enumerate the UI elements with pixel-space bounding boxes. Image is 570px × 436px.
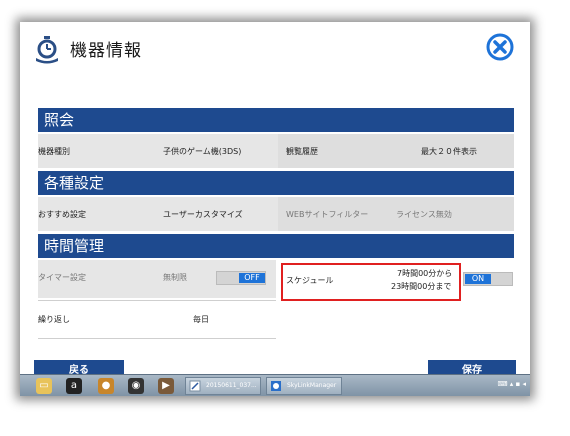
divider (38, 338, 276, 339)
taskbar-task-skylink-label: SkyLinkManager (287, 382, 337, 389)
schedule-from[interactable]: 7時間00分から (397, 268, 452, 279)
recommended-label: おすすめ設定 (38, 210, 86, 219)
window-title: 機器情報 (70, 41, 142, 61)
schedule-toggle-state: ON (465, 274, 491, 284)
skylink-icon (271, 381, 281, 391)
system-tray[interactable]: ⌨ ▴ ▪ ◂ (497, 380, 526, 388)
taskbar-task-file[interactable]: 20150611_037... (185, 377, 261, 395)
device-type-label: 機器種別 (38, 147, 70, 156)
section-header-inquiry: 照会 (38, 108, 514, 132)
history-label: 観覧履歴 (286, 147, 318, 156)
taskbar: ▭ a ● ◉ ▶ 20150611_037... SkyLinkManager… (20, 374, 530, 396)
timer-label: タイマー設定 (38, 273, 86, 282)
taskbar-task-skylink[interactable]: SkyLinkManager (266, 377, 342, 395)
history-value: 最大２０件表示 (421, 147, 477, 156)
timer-toggle[interactable]: OFF (216, 271, 266, 285)
section-header-time: 時間管理 (38, 234, 514, 258)
timer-value: 無制限 (163, 273, 187, 282)
schedule-label: スケジュール (286, 276, 334, 285)
web-filter-label: WEBサイトフィルター (286, 210, 369, 219)
schedule-to[interactable]: 23時間00分まで (391, 281, 451, 292)
device-type-value: 子供のゲーム機(3DS) (163, 147, 242, 156)
pen-icon (189, 380, 201, 392)
repeat-label: 繰り返し (38, 315, 70, 324)
repeat-value[interactable]: 毎日 (193, 314, 209, 325)
close-icon[interactable] (485, 32, 515, 62)
device-info-window: 機器情報 照会 機器種別 子供のゲーム機(3DS) 観覧履歴 最大２０件表示 各… (20, 22, 530, 396)
folder-icon[interactable]: ▭ (36, 378, 52, 394)
recommended-value[interactable]: ユーザーカスタマイズ (163, 209, 243, 220)
camera-icon[interactable]: ◉ (128, 378, 144, 394)
media-icon[interactable]: ● (98, 378, 114, 394)
amazon-icon[interactable]: a (66, 378, 82, 394)
content-area: 照会 機器種別 子供のゲーム機(3DS) 観覧履歴 最大２０件表示 各種設定 お… (20, 74, 530, 396)
title-bar: 機器情報 (20, 22, 530, 74)
taskbar-task-file-label: 20150611_037... (206, 382, 257, 389)
video-icon[interactable]: ▶ (158, 378, 174, 394)
divider (38, 300, 276, 301)
timer-toggle-state: OFF (239, 273, 265, 283)
web-filter-value: ライセンス無効 (396, 210, 452, 219)
section-header-settings: 各種設定 (38, 171, 514, 195)
schedule-toggle[interactable]: ON (463, 272, 513, 286)
stopwatch-icon (36, 36, 58, 64)
